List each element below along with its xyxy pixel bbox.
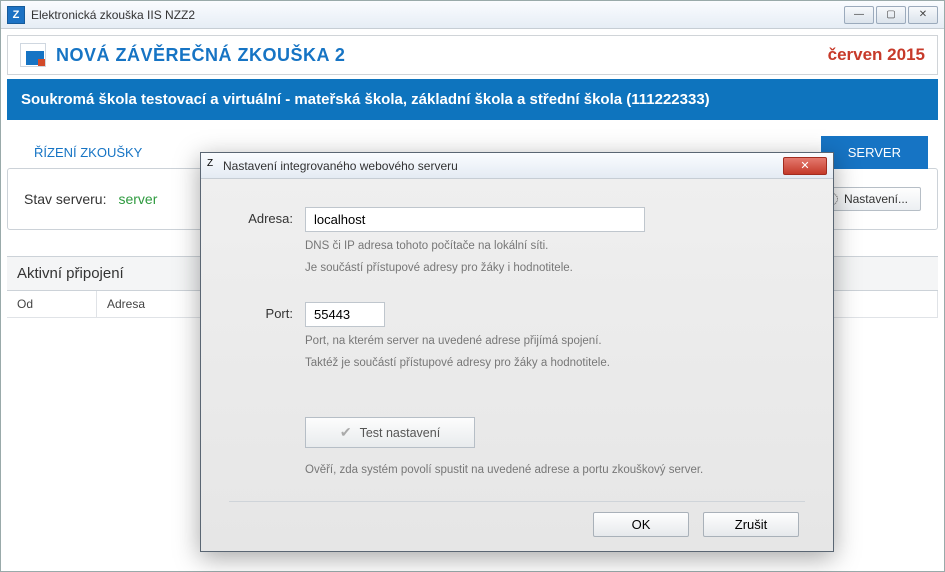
tab-server[interactable]: SERVER [821,136,928,169]
main-window: Z Elektronická zkouška IIS NZZ2 — ▢ ✕ NO… [0,0,945,572]
column-od[interactable]: Od [7,291,97,317]
address-input[interactable] [305,207,645,232]
address-hint2: Je součástí přístupové adresy pro žáky i… [305,260,805,276]
nzz-logo [20,43,46,67]
window-title: Elektronická zkouška IIS NZZ2 [31,8,195,22]
app-icon: Z [7,6,25,24]
tab-rizeni-zkousky[interactable]: ŘÍZENÍ ZKOUŠKY [7,136,169,169]
test-hint: Ověří, zda systém povolí spustit na uved… [305,462,805,478]
dialog-title: Nastavení integrovaného webového serveru [223,159,458,173]
ok-button[interactable]: OK [593,512,689,537]
dialog-close-button[interactable]: ✕ [783,157,827,175]
dialog-footer: OK Zrušit [229,501,805,543]
dialog-titlebar: Z Nastavení integrovaného webového serve… [201,153,833,179]
header-date: červen 2015 [828,45,925,65]
dialog-app-icon: Z [207,158,223,174]
port-input[interactable] [305,302,385,327]
minimize-button[interactable]: — [844,6,874,24]
dialog-body: Adresa: DNS či IP adresa tohoto počítače… [201,179,833,551]
cancel-button[interactable]: Zrušit [703,512,799,537]
port-label: Port: [229,302,293,321]
port-hint1: Port, na kterém server na uvedené adrese… [305,333,805,349]
settings-button-label: Nastavení... [844,192,908,206]
server-status-value: server [118,191,157,207]
check-icon: ✔ [340,424,352,441]
server-status-label: Stav serveru: [24,191,106,207]
test-button-label: Test nastavení [360,426,441,440]
header-panel: NOVÁ ZÁVĚREČNÁ ZKOUŠKA 2 červen 2015 [7,35,938,75]
settings-dialog: Z Nastavení integrovaného webového serve… [200,152,834,552]
school-subheader: Soukromá škola testovací a virtuální - m… [7,79,938,120]
address-label: Adresa: [229,207,293,226]
main-titlebar: Z Elektronická zkouška IIS NZZ2 — ▢ ✕ [1,1,944,29]
address-hint1: DNS či IP adresa tohoto počítače na loká… [305,238,805,254]
maximize-button[interactable]: ▢ [876,6,906,24]
close-button[interactable]: ✕ [908,6,938,24]
page-title: NOVÁ ZÁVĚREČNÁ ZKOUŠKA 2 [56,45,345,66]
test-button[interactable]: ✔ Test nastavení [305,417,475,448]
port-hint2: Taktéž je součástí přístupové adresy pro… [305,355,805,371]
